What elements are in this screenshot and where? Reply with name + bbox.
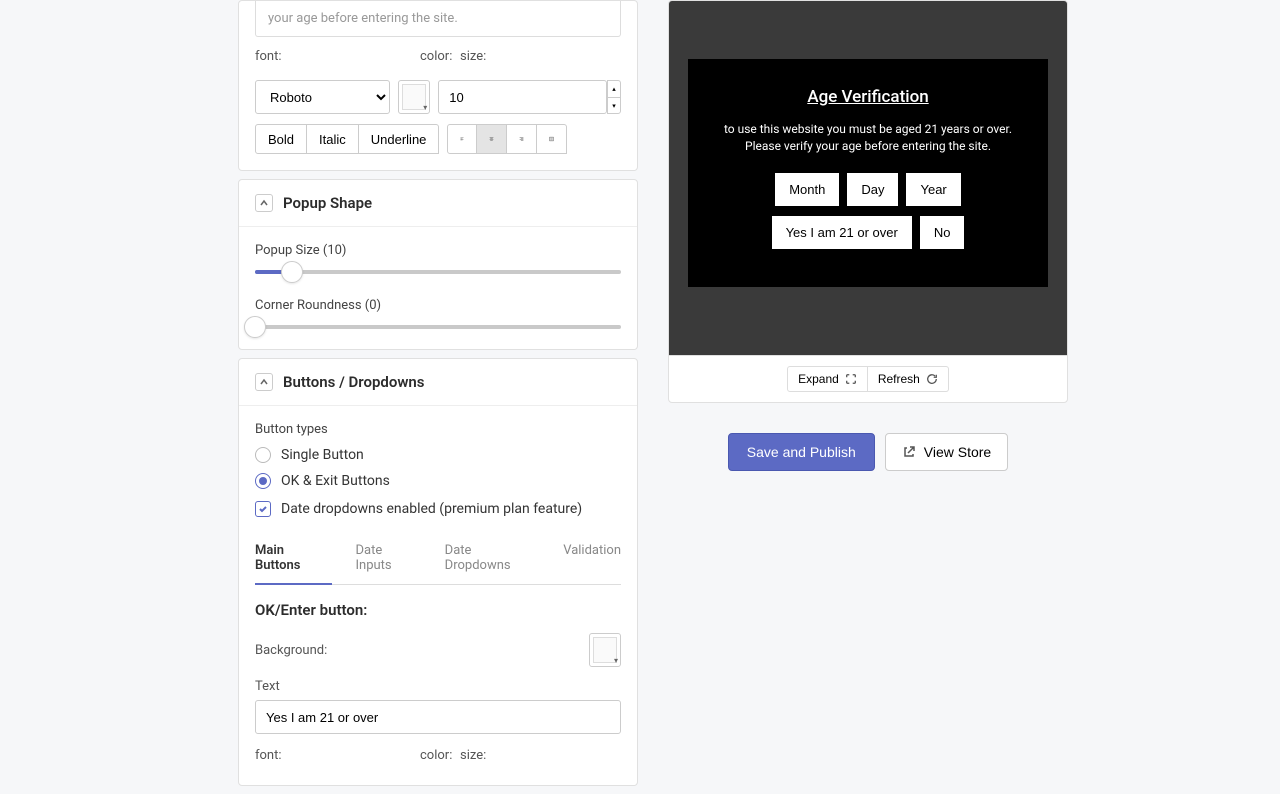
- size-input[interactable]: [438, 80, 607, 114]
- size-increment[interactable]: ▴: [607, 80, 621, 97]
- align-right-button[interactable]: [507, 124, 537, 154]
- external-link-icon: [902, 445, 916, 459]
- ok-font-label: font:: [255, 748, 412, 763]
- background-label: Background:: [255, 643, 327, 658]
- ok-bg-color-picker[interactable]: ▾: [589, 633, 621, 667]
- preview-day-dropdown[interactable]: Day: [847, 173, 898, 206]
- align-justify-button[interactable]: [537, 124, 567, 154]
- size-label: size:: [460, 49, 486, 64]
- preview-body: to use this website you must be aged 21 …: [712, 121, 1024, 155]
- save-publish-button[interactable]: Save and Publish: [728, 433, 875, 471]
- date-dropdowns-label: Date dropdowns enabled (premium plan fea…: [281, 501, 582, 517]
- button-tabs: Main Buttons Date Inputs Date Dropdowns …: [255, 533, 621, 585]
- date-dropdowns-checkbox[interactable]: Date dropdowns enabled (premium plan fea…: [255, 501, 621, 517]
- popup-size-slider[interactable]: [255, 270, 621, 274]
- buttons-title: Buttons / Dropdowns: [283, 373, 425, 391]
- preview-title: Age Verification: [712, 87, 1024, 107]
- collapse-icon[interactable]: [255, 373, 273, 391]
- buttons-dropdowns-panel: Buttons / Dropdowns Button types Single …: [238, 358, 638, 786]
- corner-roundness-label: Corner Roundness (0): [255, 298, 621, 313]
- expand-button[interactable]: Expand: [787, 366, 868, 392]
- popup-size-label: Popup Size (10): [255, 243, 621, 258]
- body-text-field-truncated[interactable]: your age before entering the site.: [255, 1, 621, 37]
- radio-single-button[interactable]: Single Button: [255, 447, 621, 463]
- tab-main-buttons[interactable]: Main Buttons: [255, 533, 332, 585]
- text-style-panel: your age before entering the site. font:…: [238, 0, 638, 171]
- tab-date-inputs[interactable]: Date Inputs: [356, 533, 421, 585]
- preview-canvas: Age Verification to use this website you…: [668, 0, 1068, 355]
- refresh-button[interactable]: Refresh: [868, 366, 949, 392]
- collapse-icon[interactable]: [255, 194, 273, 212]
- view-store-button[interactable]: View Store: [885, 433, 1008, 471]
- size-decrement[interactable]: ▾: [607, 97, 621, 114]
- refresh-icon: [926, 373, 938, 385]
- italic-button[interactable]: Italic: [307, 124, 359, 154]
- shape-title: Popup Shape: [283, 194, 372, 212]
- color-picker[interactable]: ▾: [398, 80, 430, 114]
- align-center-button[interactable]: [477, 124, 507, 154]
- ok-size-label: size:: [460, 748, 486, 763]
- preview-year-dropdown[interactable]: Year: [906, 173, 960, 206]
- expand-icon: [845, 373, 857, 385]
- ok-text-input[interactable]: [255, 700, 621, 734]
- preview-toolbar: Expand Refresh: [668, 355, 1068, 403]
- tab-date-dropdowns[interactable]: Date Dropdowns: [445, 533, 540, 585]
- corner-roundness-slider[interactable]: [255, 325, 621, 329]
- ok-color-label: color:: [420, 748, 452, 763]
- popup-shape-panel: Popup Shape Popup Size (10) Corner Round…: [238, 179, 638, 350]
- bold-button[interactable]: Bold: [255, 124, 307, 154]
- slider-thumb[interactable]: [281, 261, 303, 283]
- preview-no-button[interactable]: No: [920, 216, 965, 249]
- ok-button-heading: OK/Enter button:: [255, 601, 621, 619]
- slider-thumb[interactable]: [244, 316, 266, 338]
- tab-validation[interactable]: Validation: [563, 533, 621, 585]
- button-types-label: Button types: [255, 422, 621, 437]
- preview-month-dropdown[interactable]: Month: [775, 173, 839, 206]
- underline-button[interactable]: Underline: [359, 124, 440, 154]
- radio-ok-exit-label: OK & Exit Buttons: [281, 473, 390, 489]
- color-label: color:: [420, 49, 452, 64]
- font-select[interactable]: Roboto: [255, 80, 390, 114]
- preview-popup: Age Verification to use this website you…: [688, 59, 1048, 287]
- radio-single-label: Single Button: [281, 447, 364, 463]
- radio-ok-exit[interactable]: OK & Exit Buttons: [255, 473, 621, 489]
- font-label: font:: [255, 49, 412, 64]
- align-left-button[interactable]: [447, 124, 477, 154]
- ok-text-label: Text: [255, 679, 621, 694]
- preview-yes-button[interactable]: Yes I am 21 or over: [772, 216, 912, 249]
